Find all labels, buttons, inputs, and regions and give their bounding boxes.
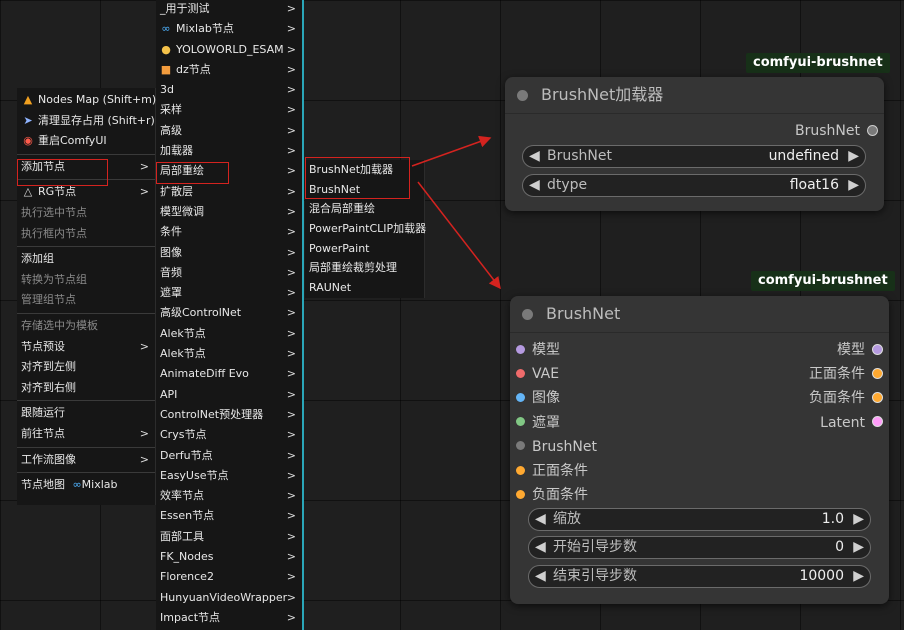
collapse-dot-icon[interactable] [517, 90, 528, 101]
decrement-icon[interactable]: ◀ [535, 509, 546, 530]
input-slot[interactable]: 模型 [516, 340, 560, 360]
input-slot[interactable]: VAE [516, 364, 559, 384]
input-slot-dot[interactable] [516, 344, 525, 354]
decrement-icon[interactable]: ◀ [529, 146, 540, 167]
input-slot-dot[interactable] [516, 489, 525, 499]
input-slot[interactable]: 正面条件 [516, 461, 588, 481]
output-slot-dot[interactable] [872, 391, 883, 403]
increment-icon[interactable]: ▶ [853, 566, 864, 587]
increment-icon[interactable]: ▶ [853, 537, 864, 558]
output-slot-dot[interactable] [872, 367, 883, 379]
collapse-dot-icon[interactable] [522, 309, 533, 320]
output-slot[interactable]: 负面条件 [809, 388, 883, 408]
increment-icon[interactable]: ▶ [848, 146, 859, 167]
input-slot-dot[interactable] [516, 417, 525, 427]
input-slot[interactable]: BrushNet [516, 437, 597, 457]
brushnet-model-widget[interactable]: ◀ BrushNet undefined ▶ [522, 145, 866, 168]
output-slot-dot[interactable] [867, 124, 878, 136]
arrow-to-brushnet-node [417, 181, 501, 290]
output-slot[interactable]: 模型 [837, 340, 883, 360]
input-slot-dot[interactable] [516, 441, 525, 451]
increment-icon[interactable]: ▶ [848, 175, 859, 196]
output-slot-dot[interactable] [872, 416, 883, 428]
decrement-icon[interactable]: ◀ [535, 566, 546, 587]
input-slot-dot[interactable] [516, 465, 525, 475]
output-slot-dot[interactable] [872, 343, 883, 355]
arrow-to-loader-node [411, 135, 492, 167]
loader-node-badge: comfyui-brushnet [746, 53, 890, 73]
scale-widget[interactable]: ◀ 缩放 1.0 ▶ [528, 508, 871, 531]
input-slot[interactable]: 遮罩 [516, 413, 560, 433]
node-title[interactable]: BrushNet加载器 [505, 77, 884, 114]
input-slot-dot[interactable] [516, 392, 525, 402]
decrement-icon[interactable]: ◀ [529, 175, 540, 196]
node-title[interactable]: BrushNet [510, 296, 889, 333]
input-slot[interactable]: 负面条件 [516, 485, 588, 505]
output-slot[interactable]: Latent [820, 413, 883, 433]
decrement-icon[interactable]: ◀ [535, 537, 546, 558]
end-at-widget[interactable]: ◀ 结束引导步数 10000 ▶ [528, 565, 871, 588]
dtype-widget[interactable]: ◀ dtype float16 ▶ [522, 174, 866, 197]
output-slot[interactable]: 正面条件 [809, 364, 883, 384]
output-brushnet[interactable]: BrushNet [795, 121, 878, 141]
start-at-widget[interactable]: ◀ 开始引导步数 0 ▶ [528, 536, 871, 559]
increment-icon[interactable]: ▶ [853, 509, 864, 530]
input-slot-dot[interactable] [516, 368, 525, 378]
brushnet-loader-node[interactable]: BrushNet加载器 BrushNet ◀ BrushNet undefine… [505, 77, 884, 211]
brushnet-node-badge: comfyui-brushnet [751, 271, 895, 291]
input-slot[interactable]: 图像 [516, 388, 560, 408]
brushnet-node[interactable]: BrushNet ◀ 缩放 1.0 ▶ ◀ 开始引导步数 0 ▶ ◀ 结束引导步… [510, 296, 889, 604]
